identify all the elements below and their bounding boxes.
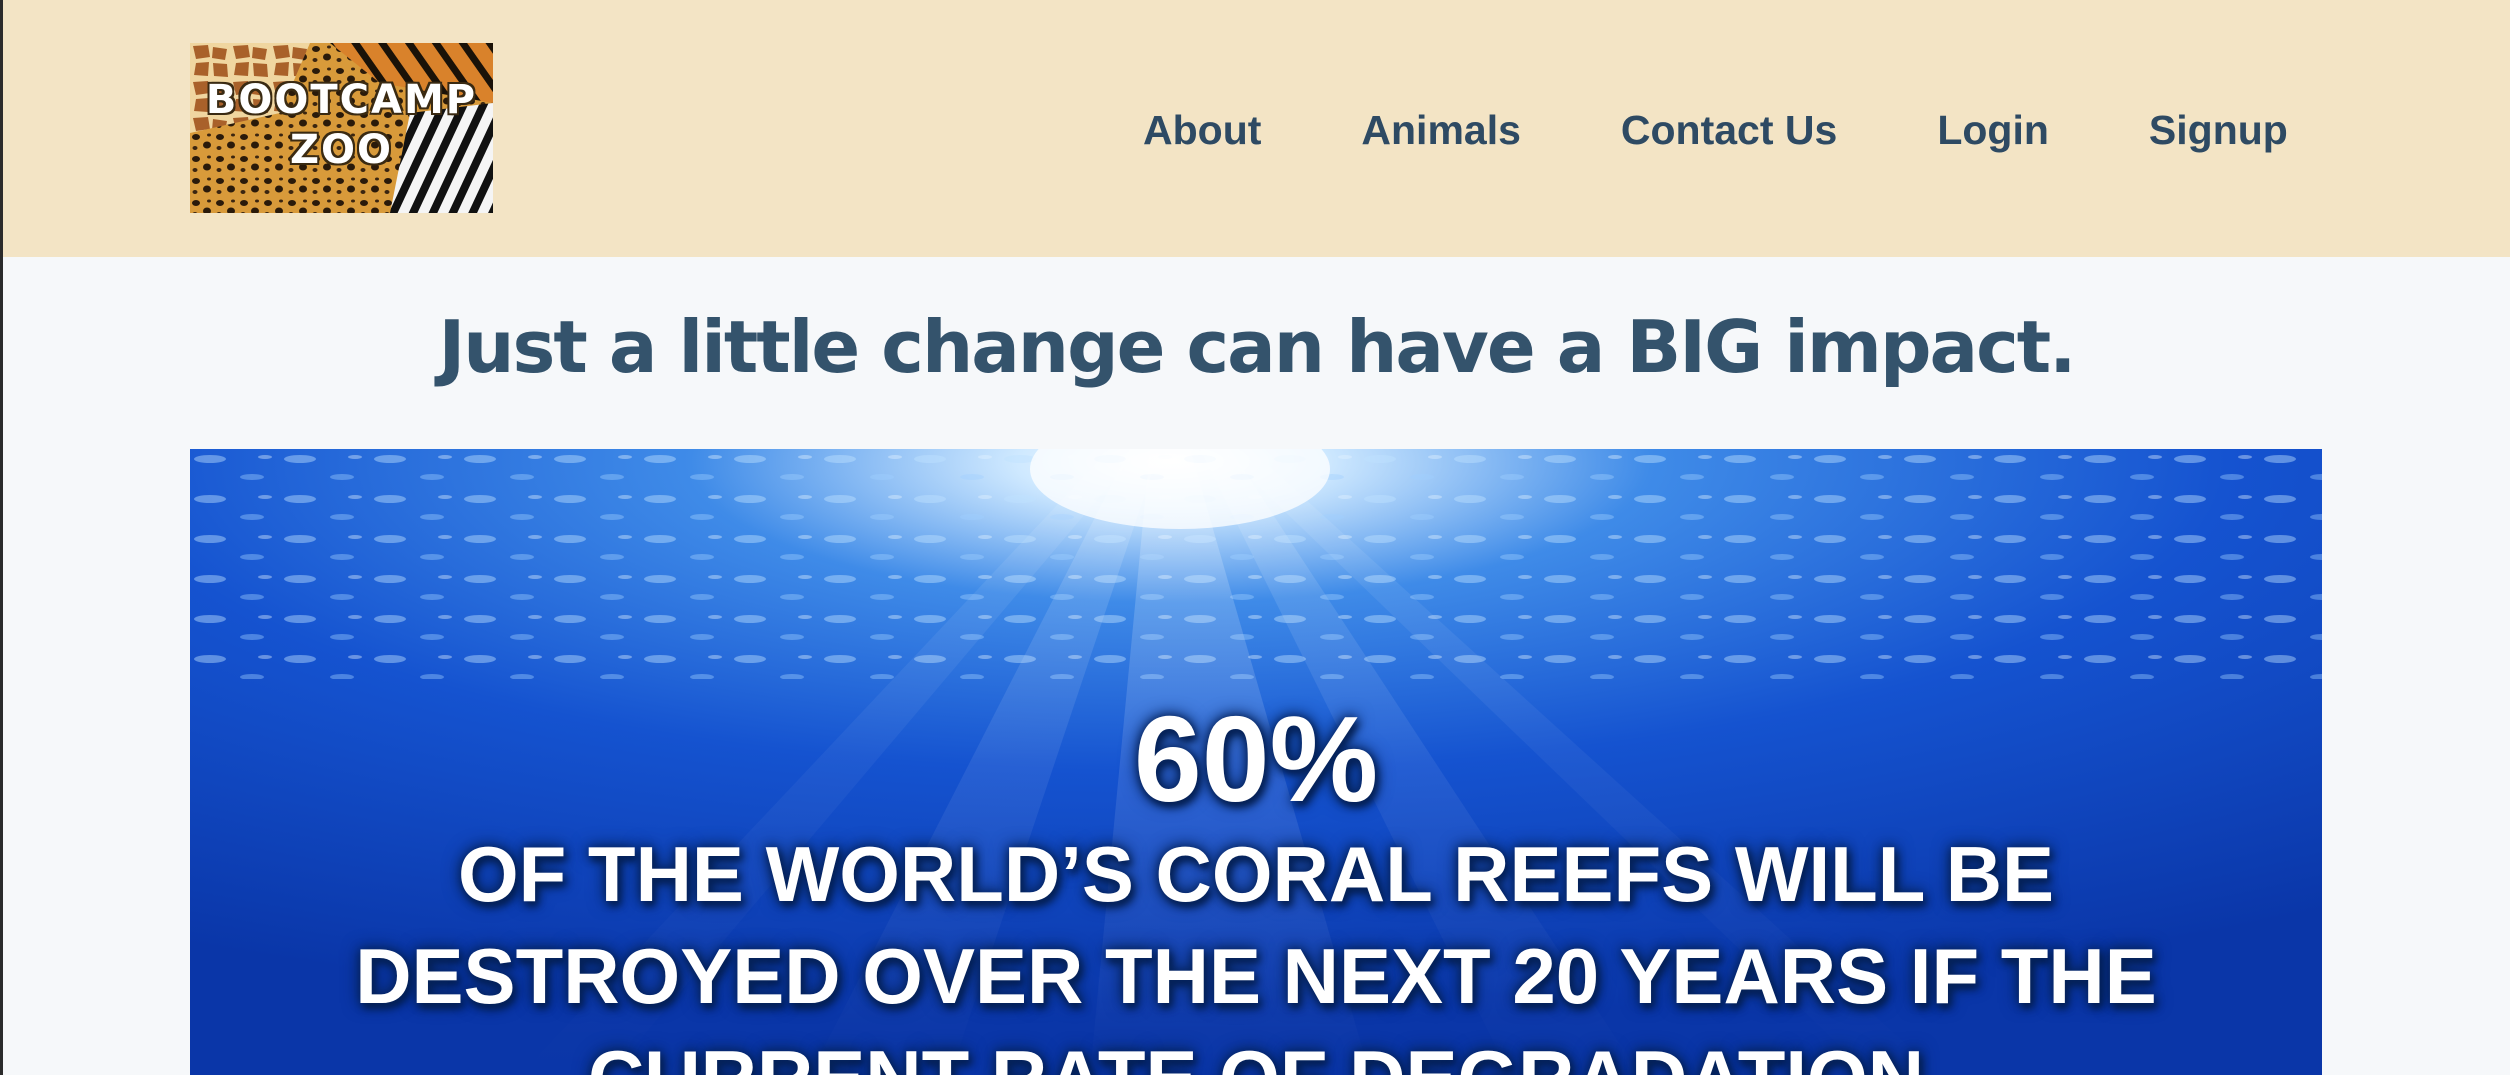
nav-link-signup[interactable]: Signup [2149, 100, 2288, 160]
nav-link-contact-us[interactable]: Contact Us [1621, 100, 1837, 160]
logo-text-line2: ZOO [289, 127, 393, 173]
logo-text-line1: BOOTCAMP [205, 77, 478, 123]
page-headline: Just a little change can have a BIG impa… [438, 305, 2076, 389]
hero-statistic-line: CURRENT RATE OF DEGRADATION [190, 1033, 2322, 1075]
coral-reef-hero-banner: 60% OF THE WORLD’S CORAL REEFS WILL BE D… [190, 449, 2322, 1075]
nav-link-animals[interactable]: Animals [1361, 100, 1521, 160]
site-header: BOOTCAMP ZOO About Animals Contact Us Lo… [3, 0, 2510, 257]
nav-link-login[interactable]: Login [1937, 100, 2049, 160]
hero-statistic-line: OF THE WORLD’S CORAL REEFS WILL BE [457, 830, 2055, 918]
main-nav: About Animals Contact Us Login Signup [1143, 100, 2288, 160]
site-logo[interactable]: BOOTCAMP ZOO [190, 43, 493, 213]
nav-link-about[interactable]: About [1143, 100, 1261, 160]
hero-statistic-line: DESTROYED OVER THE NEXT 20 YEARS IF THE [355, 932, 2157, 1020]
hero-statistic-percent: 60% [1133, 691, 1379, 827]
